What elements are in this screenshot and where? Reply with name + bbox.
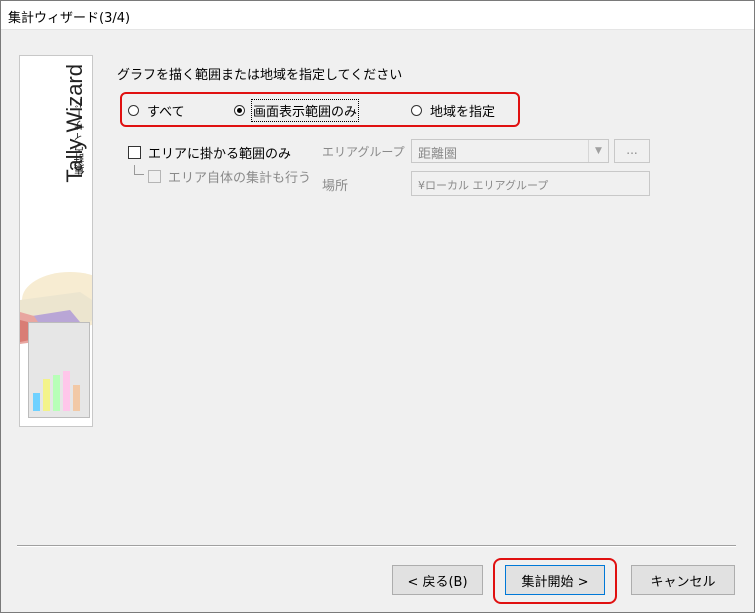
radio-all[interactable]: すべて xyxy=(128,101,185,120)
browse-button[interactable]: ... xyxy=(614,139,650,163)
area-only-checkbox[interactable]: エリアに掛かる範囲のみ xyxy=(128,143,292,162)
radio-specify-region-indicator[interactable] xyxy=(411,104,422,116)
back-button[interactable]: < 戻る(B) xyxy=(392,565,483,595)
bar-chart-icon xyxy=(28,322,90,418)
radio-all-label: すべて xyxy=(147,104,185,120)
radio-visible-area-label: 画面表示範囲のみ xyxy=(250,98,360,122)
footer-separator xyxy=(17,545,736,547)
area-group-label: エリアグループ xyxy=(322,145,405,159)
cancel-button[interactable]: キャンセル xyxy=(631,565,735,595)
wizard-banner: Tally Wizard 集計ウィザード xyxy=(19,55,93,427)
start-tally-button[interactable]: 集計開始 > xyxy=(505,565,605,595)
chevron-down-icon[interactable]: ▼ xyxy=(588,140,608,162)
location-field[interactable]: ¥ローカル エリアグループ xyxy=(411,171,650,196)
radio-specify-region-label: 地域を指定 xyxy=(430,104,496,120)
area-only-label: エリアに掛かる範囲のみ xyxy=(148,146,292,162)
banner-title-jp: 集計ウィザード xyxy=(74,98,86,175)
title-bar: 集計ウィザード(3/4) xyxy=(0,0,755,30)
banner-title: Tally Wizard 集計ウィザード xyxy=(24,64,88,244)
area-self-checkbox[interactable]: エリア自体の集計も行う xyxy=(148,167,312,186)
location-value: ¥ローカル エリアグループ xyxy=(418,179,549,192)
radio-specify-region[interactable]: 地域を指定 xyxy=(411,101,496,120)
instruction-text: グラフを描く範囲または地域を指定してください xyxy=(117,68,403,83)
tree-connector xyxy=(134,165,144,175)
area-group-select[interactable]: 距離圏 ▼ xyxy=(411,139,609,163)
area-self-box[interactable] xyxy=(148,169,161,183)
location-label: 場所 xyxy=(322,179,349,194)
area-only-box[interactable] xyxy=(128,145,141,159)
radio-visible-area[interactable]: 画面表示範囲のみ xyxy=(234,98,360,122)
window-title: 集計ウィザード(3/4) xyxy=(8,11,131,26)
area-self-label: エリア自体の集計も行う xyxy=(168,170,312,186)
area-group-value: 距離圏 xyxy=(418,147,458,162)
radio-all-indicator[interactable] xyxy=(128,104,139,116)
radio-visible-area-indicator[interactable] xyxy=(234,104,245,116)
